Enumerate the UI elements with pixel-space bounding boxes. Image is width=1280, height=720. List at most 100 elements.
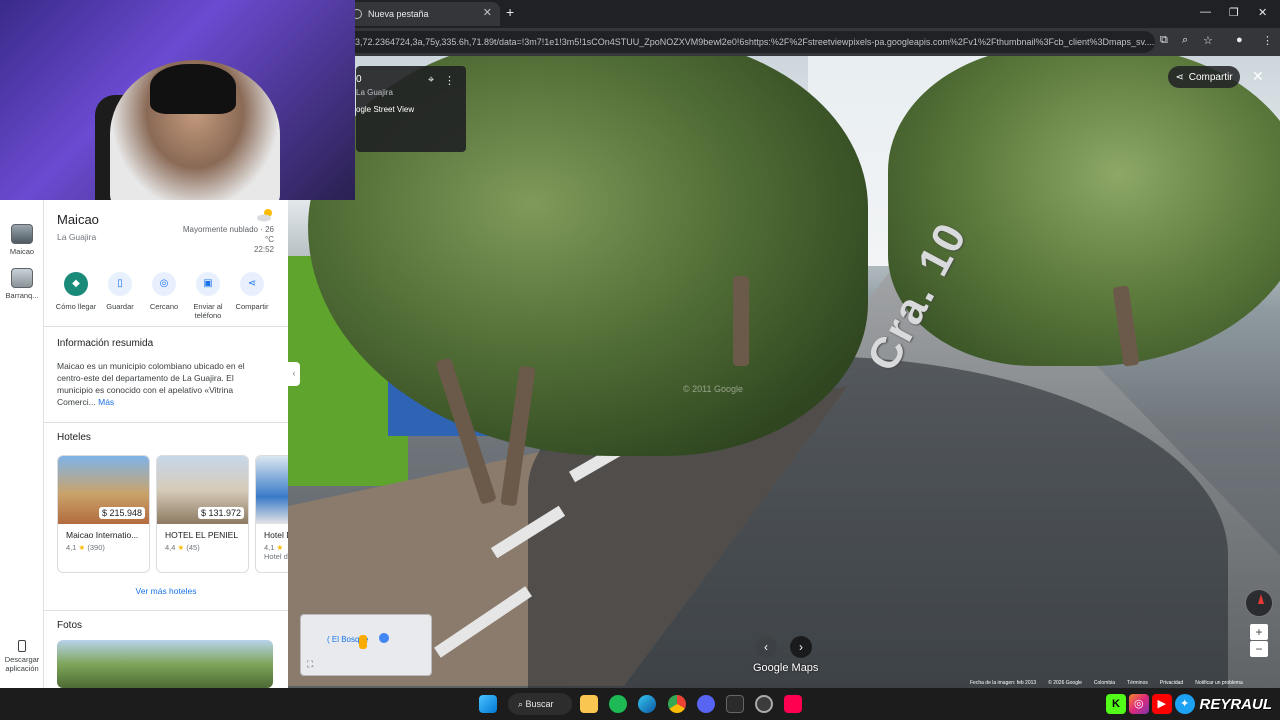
place-photo[interactable] (57, 640, 273, 688)
close-window-icon[interactable]: ✕ (1258, 6, 1267, 19)
windows-start-icon[interactable] (479, 695, 497, 713)
zoom-out-button[interactable]: − (1250, 641, 1268, 657)
privacy-link[interactable]: Privacidad (1160, 680, 1183, 688)
map-footer: Fecha de la imagen: feb 2013 © 2026 Goog… (970, 680, 1243, 688)
hotel-card[interactable]: $ 215.948 Maicao Internatio... 4,1 ★ (39… (57, 455, 150, 573)
bookmark-icon: ▯ (108, 272, 132, 296)
place-thumbnail-icon (11, 268, 33, 288)
place-thumbnail-icon (11, 224, 33, 244)
file-explorer-icon[interactable] (580, 695, 598, 713)
share-place-button[interactable]: ⋖ Compartir (230, 272, 274, 320)
download-app-button[interactable]: Descargar aplicación (2, 640, 42, 673)
screen: Nueva pestaña ✕ + — ❐ ✕ 3,72.2364724,3a,… (0, 0, 1280, 720)
more-options-icon[interactable]: ⋮ (444, 74, 455, 87)
close-tab-icon[interactable]: ✕ (483, 6, 492, 19)
webcam-overlay (0, 0, 355, 200)
taskbar-search[interactable]: ⌕ Buscar (508, 693, 572, 715)
chrome-icon[interactable] (668, 695, 686, 713)
hotel-photo: $ 131.972 (157, 456, 248, 524)
spotify-icon[interactable] (609, 695, 627, 713)
directions-icon: ◆ (64, 272, 88, 296)
hotel-price: $ 215.948 (98, 507, 145, 519)
review-count: (390) (87, 543, 105, 552)
hotel-rating: 4,1 ★ (390) (66, 543, 149, 552)
star-icon: ★ (276, 543, 284, 552)
share-icon: ⋖ (240, 272, 264, 296)
directions-button[interactable]: ◆ Cómo llegar (54, 272, 98, 320)
close-street-view-icon[interactable]: ✕ (1252, 68, 1264, 85)
divider (44, 422, 288, 423)
star-icon: ★ (177, 543, 185, 552)
share-button[interactable]: ⋖ Compartir (1168, 66, 1240, 88)
rail-item-label: Maicao (9, 247, 35, 256)
send-to-phone-button[interactable]: ▣ Enviar al teléfono (186, 272, 230, 320)
minimize-icon[interactable]: — (1200, 6, 1211, 18)
save-button[interactable]: ▯ Guardar (98, 272, 142, 320)
nearby-icon: ◎ (152, 272, 176, 296)
share-icon: ⋖ (1175, 71, 1184, 83)
hotel-card[interactable]: Hotel Di... 4,1 ★ Hotel d... (255, 455, 288, 573)
tree-canopy-right (888, 56, 1280, 366)
rating-value: 4,4 (165, 543, 176, 552)
summary-text: Maicao es un municipio colombiano ubicad… (57, 360, 257, 408)
country-link[interactable]: Colombia (1094, 680, 1115, 688)
search-icon: ⌕ (518, 699, 526, 709)
nearby-button[interactable]: ◎ Cercano (142, 272, 186, 320)
webcam-cap (150, 64, 236, 114)
see-more-hotels-link[interactable]: Ver más hoteles (44, 586, 288, 596)
location-pin-icon[interactable]: ⌖ (428, 74, 434, 87)
phone-icon (18, 640, 26, 652)
rail-item-maicao[interactable]: Maicao (2, 224, 42, 256)
edge-icon[interactable] (638, 695, 656, 713)
hotel-name: HOTEL EL PENIEL (165, 530, 239, 540)
hotels-carousel: $ 215.948 Maicao Internatio... 4,1 ★ (39… (57, 455, 288, 573)
terminal-icon[interactable] (726, 695, 744, 713)
hotel-card[interactable]: $ 131.972 HOTEL EL PENIEL 4,4 ★ (45) (156, 455, 249, 573)
info-source[interactable]: ogle Street View (356, 105, 466, 114)
zoom-icon[interactable]: ⌕ (1182, 34, 1188, 47)
zoom-in-button[interactable]: + (1250, 624, 1268, 640)
weather-info: Mayormente nublado · 26 °C 22:52 (174, 225, 274, 255)
new-tab-icon[interactable]: + (506, 4, 514, 20)
hotel-rating: 4,4 ★ (45) (165, 543, 248, 552)
bookmark-star-icon[interactable]: ☆ (1203, 34, 1213, 47)
action-label: Cómo llegar (55, 302, 97, 311)
photos-title: Fotos (57, 620, 83, 631)
place-region: La Guajira (57, 232, 97, 242)
summary-title: Información resumida (57, 338, 154, 349)
report-link[interactable]: Notificar un problema (1195, 680, 1243, 688)
install-icon[interactable]: ⧉ (1160, 34, 1168, 47)
restore-icon[interactable]: ❐ (1229, 6, 1239, 19)
hotels-title: Hoteles (57, 432, 91, 443)
pegman-icon[interactable] (359, 635, 367, 649)
browser-menu-icon[interactable]: ⋮ (1262, 34, 1273, 47)
url-field[interactable]: 3,72.2364724,3a,75y,335.6h,71.89t/data=!… (345, 31, 1155, 53)
brand-name: REYRAUL (1199, 695, 1273, 713)
review-count: (45) (186, 543, 200, 552)
minimap[interactable]: ( El Bosque ⛶ (300, 614, 432, 676)
profile-icon[interactable]: ● (1236, 34, 1243, 46)
divider (44, 326, 288, 327)
tab-title: Nueva pestaña (368, 9, 429, 19)
info-subtitle: La Guajira (356, 88, 393, 97)
twitter-icon: ✦ (1174, 694, 1195, 714)
action-label: Enviar al teléfono (193, 302, 223, 320)
rail-item-barranquilla[interactable]: Barranq... (2, 268, 42, 300)
expand-icon[interactable]: ⛶ (307, 659, 313, 670)
share-label: Compartir (1188, 71, 1233, 83)
browser-tab[interactable]: Nueva pestaña ✕ (342, 2, 500, 26)
tiktok-icon[interactable] (784, 695, 802, 713)
obs-icon[interactable] (755, 695, 773, 713)
discord-icon[interactable] (697, 695, 715, 713)
download-label: Descargar aplicación (4, 655, 40, 673)
forward-arrow-icon[interactable]: › (790, 636, 812, 658)
back-arrow-icon[interactable]: ‹ (755, 636, 777, 658)
more-link[interactable]: Más (98, 397, 114, 407)
collapse-panel-icon[interactable]: ‹ (288, 362, 300, 386)
terms-link[interactable]: Términos (1127, 680, 1148, 688)
compass-icon[interactable] (1245, 589, 1273, 617)
hotel-photo (256, 456, 288, 524)
local-time: 22:52 (253, 245, 274, 254)
maps-left-rail: Maicao Barranq... Descargar aplicación (0, 200, 44, 688)
summary-body: Maicao es un municipio colombiano ubicad… (57, 361, 245, 407)
